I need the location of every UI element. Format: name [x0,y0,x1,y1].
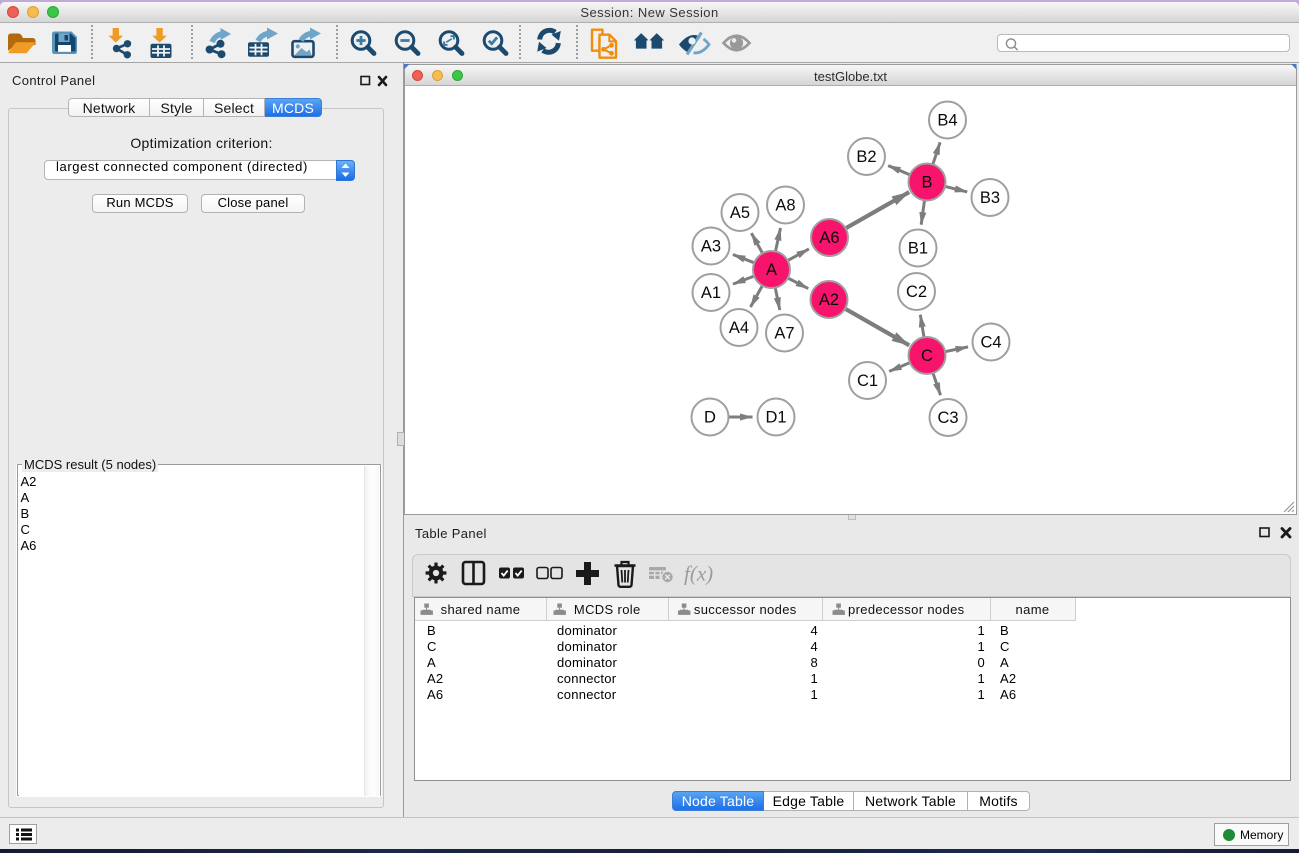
svg-text:D1: D1 [765,409,786,427]
svg-text:A2: A2 [819,291,839,309]
svg-text:A7: A7 [774,325,794,343]
svg-text:C4: C4 [980,334,1001,352]
svg-text:A4: A4 [729,319,749,337]
svg-text:A5: A5 [730,204,750,222]
svg-text:B1: B1 [908,240,928,258]
svg-text:C: C [921,347,933,365]
svg-text:A6: A6 [819,229,839,247]
svg-text:B: B [921,174,932,192]
svg-text:C3: C3 [937,409,958,427]
svg-text:A8: A8 [775,197,795,215]
svg-text:C2: C2 [906,283,927,301]
svg-text:f(x): f(x) [684,562,713,586]
svg-text:A: A [766,261,777,279]
svg-text:D: D [704,409,716,427]
svg-text:C1: C1 [857,372,878,390]
svg-text:B3: B3 [980,189,1000,207]
svg-text:B2: B2 [856,148,876,166]
svg-text:A1: A1 [701,284,721,302]
svg-text:B4: B4 [937,112,957,130]
svg-text:A3: A3 [701,238,721,256]
